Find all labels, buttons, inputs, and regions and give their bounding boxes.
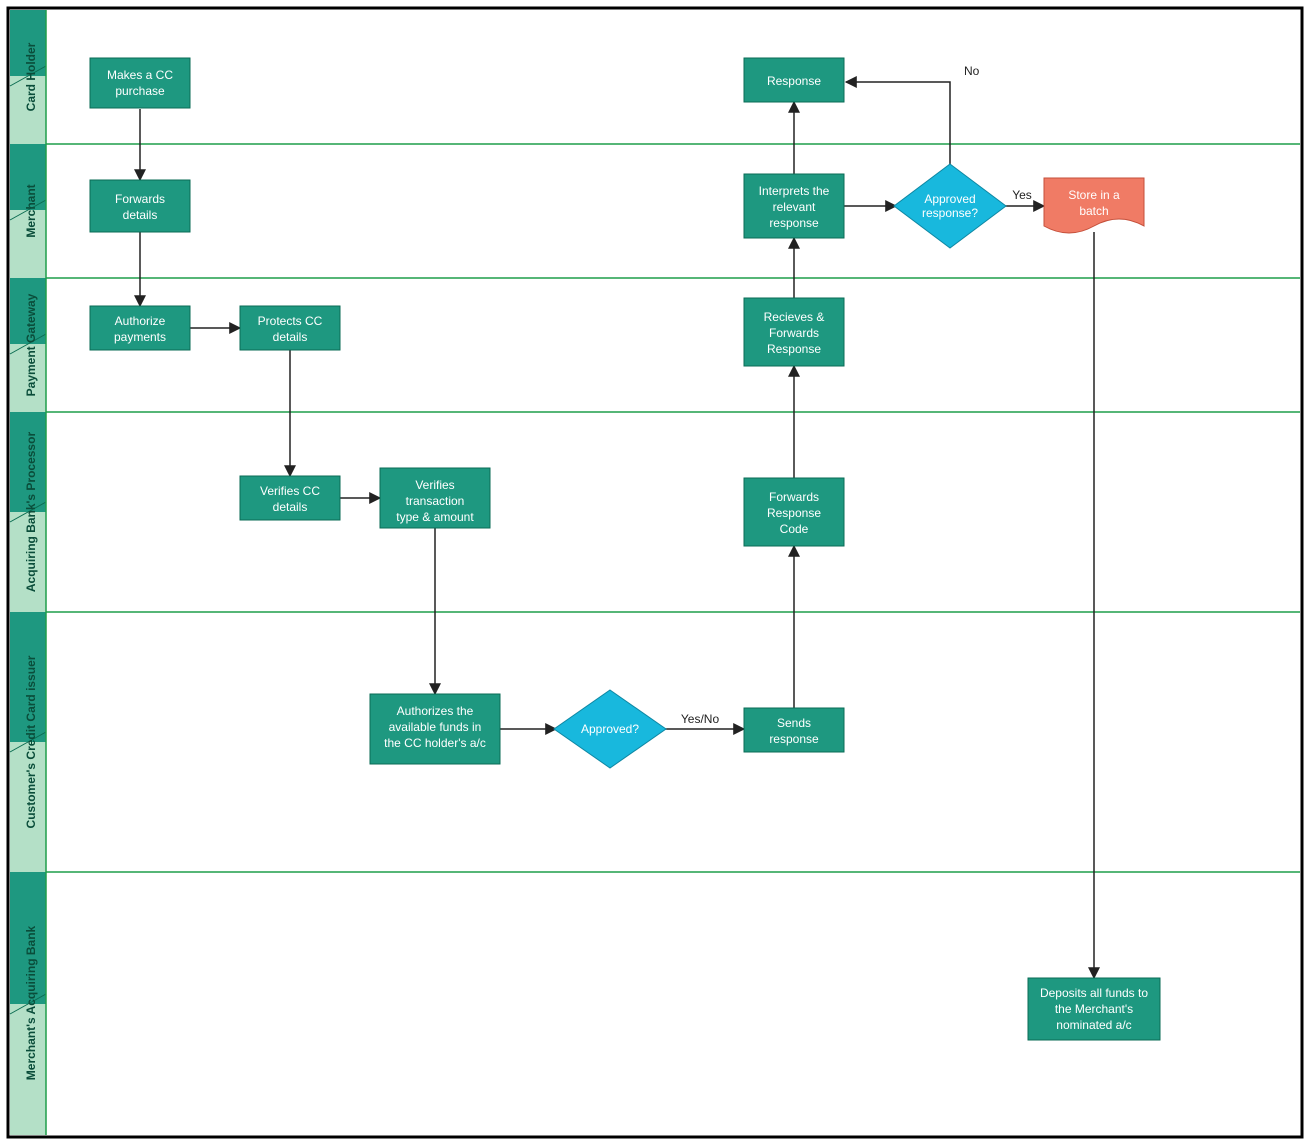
svg-text:nominated a/c: nominated a/c: [1056, 1018, 1131, 1032]
lane-dividers: [46, 144, 1300, 872]
svg-text:Recieves &: Recieves &: [764, 310, 825, 324]
node-approved: Approved?: [554, 690, 666, 768]
node-response: Response: [744, 58, 844, 102]
svg-text:relevant: relevant: [773, 200, 816, 214]
svg-text:response?: response?: [922, 206, 978, 220]
svg-text:payments: payments: [114, 330, 166, 344]
svg-text:the Merchant's: the Merchant's: [1055, 1002, 1133, 1016]
svg-text:Approved: Approved: [924, 192, 975, 206]
svg-text:response: response: [769, 732, 819, 746]
svg-text:available funds in: available funds in: [389, 720, 482, 734]
edge-labels: Yes/No Yes No: [681, 64, 1032, 726]
svg-text:Verifies CC: Verifies CC: [260, 484, 320, 498]
svg-text:type & amount: type & amount: [396, 510, 474, 524]
node-forwards-response-code: Forwards Response Code: [744, 478, 844, 546]
svg-text:Forwards: Forwards: [115, 192, 165, 206]
swimlane-diagram: Card Holder Merchant Payment Gateway Acq…: [0, 0, 1310, 1145]
svg-text:Store in a: Store in a: [1068, 188, 1120, 202]
lane3-label: Payment Gateway: [24, 293, 38, 396]
svg-text:Makes a CC: Makes a CC: [107, 68, 173, 82]
svg-text:Response: Response: [767, 74, 821, 88]
node-authorizes-funds: Authorizes the available funds in the CC…: [370, 694, 500, 764]
node-deposits: Deposits all funds to the Merchant's nom…: [1028, 978, 1160, 1040]
svg-text:Response: Response: [767, 506, 821, 520]
svg-text:batch: batch: [1079, 204, 1108, 218]
svg-text:purchase: purchase: [115, 84, 165, 98]
node-interprets: Interprets the relevant response: [744, 174, 844, 238]
node-makes-cc: Makes a CC purchase: [90, 58, 190, 108]
node-store-batch: Store in a batch: [1044, 178, 1144, 233]
diagram-border: [8, 8, 1302, 1137]
edge-approved-sends-label: Yes/No: [681, 712, 720, 726]
node-authorize-payments: Authorize payments: [90, 306, 190, 350]
lane5-label: Customer's Credit Card issuer: [24, 655, 38, 828]
svg-text:Code: Code: [780, 522, 809, 536]
svg-text:details: details: [273, 330, 308, 344]
svg-text:Verifies: Verifies: [415, 478, 454, 492]
svg-text:Sends: Sends: [777, 716, 811, 730]
svg-text:Approved?: Approved?: [581, 722, 639, 736]
node-sends-response: Sends response: [744, 708, 844, 752]
lane4-label: Acquiring Bank's Processor: [24, 432, 38, 593]
lane2-label: Merchant: [24, 184, 38, 237]
svg-text:Forwards: Forwards: [769, 326, 819, 340]
svg-text:Response: Response: [767, 342, 821, 356]
svg-text:Authorizes the: Authorizes the: [397, 704, 474, 718]
svg-text:Forwards: Forwards: [769, 490, 819, 504]
node-forwards-details: Forwards details: [90, 180, 190, 232]
svg-text:response: response: [769, 216, 819, 230]
svg-text:transaction: transaction: [406, 494, 465, 508]
edge-approvedresp-yes-label: Yes: [1012, 188, 1032, 202]
node-verifies-txn: Verifies transaction type & amount: [380, 468, 490, 528]
svg-text:details: details: [273, 500, 308, 514]
node-approved-response: Approved response?: [894, 164, 1006, 248]
svg-text:details: details: [123, 208, 158, 222]
svg-text:Interprets the: Interprets the: [759, 184, 830, 198]
node-receives-forwards: Recieves & Forwards Response: [744, 298, 844, 366]
lane1-label: Card Holder: [24, 42, 38, 111]
svg-text:the CC holder's a/c: the CC holder's a/c: [384, 736, 486, 750]
node-protects-cc: Protects CC details: [240, 306, 340, 350]
nodes: Makes a CC purchase Response Forwards de…: [90, 58, 1160, 1040]
svg-text:Authorize: Authorize: [115, 314, 166, 328]
svg-text:Protects CC: Protects CC: [258, 314, 323, 328]
node-verifies-cc: Verifies CC details: [240, 476, 340, 520]
svg-text:Deposits all funds to: Deposits all funds to: [1040, 986, 1148, 1000]
lane6-label: Merchant's Acquiring Bank: [24, 925, 38, 1080]
edge-approvedresp-no-label: No: [964, 64, 980, 78]
